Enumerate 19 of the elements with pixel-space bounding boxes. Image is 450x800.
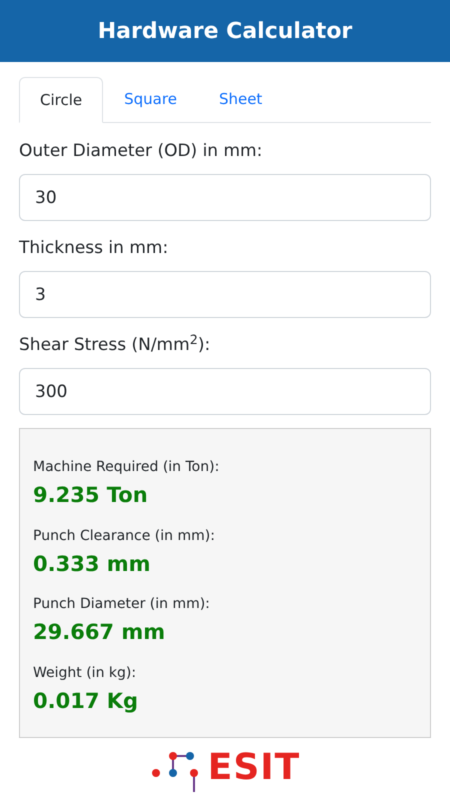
result-value: 9.235 Ton: [33, 482, 149, 509]
result-label: Punch Clearance (in mm):: [33, 526, 216, 546]
result-label: Machine Required (in Ton):: [33, 458, 220, 477]
tab[interactable]: Circle: [19, 77, 104, 123]
field-label: Outer Diameter (OD) in mm:: [19, 140, 264, 162]
result-value: 29.667 mm: [33, 619, 166, 646]
result-label: Weight (in kg):: [33, 664, 138, 682]
input-field[interactable]: 3: [19, 271, 431, 318]
result-label: Punch Diameter (in mm):: [33, 595, 211, 614]
result-value: 0.333 mm: [33, 550, 152, 578]
field-label: Shear Stress (N/mm$^{2}$):: [19, 334, 212, 356]
logo-text: ESIT: [208, 750, 300, 786]
input-field[interactable]: 30: [19, 174, 431, 221]
tab[interactable]: Sheet: [198, 77, 284, 122]
field-label: Thickness in mm:: [19, 237, 170, 259]
input-field[interactable]: 300: [19, 368, 431, 415]
app-title: Hardware Calculator: [98, 18, 352, 46]
tab[interactable]: Square: [103, 77, 198, 122]
result-value: 0.017 Kg: [33, 688, 140, 714]
